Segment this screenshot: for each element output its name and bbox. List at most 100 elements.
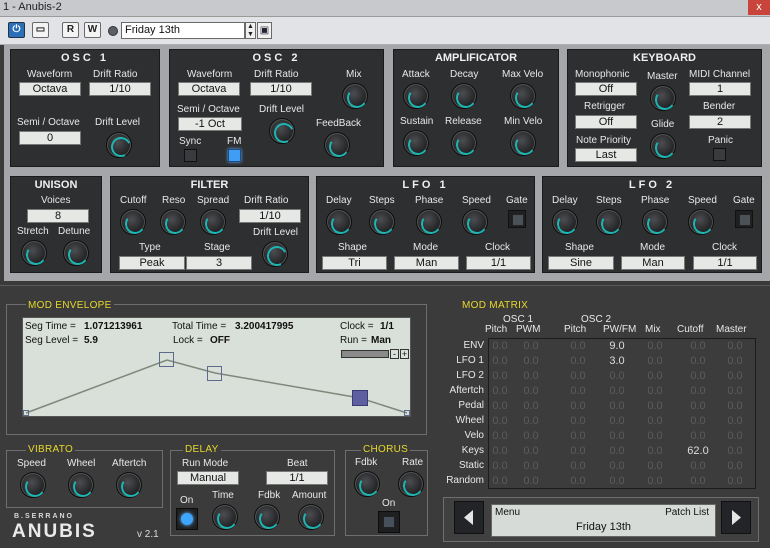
matrix-cell[interactable]: 0.0	[516, 385, 546, 397]
lfo1-clock-display[interactable]: 1/1	[466, 256, 531, 270]
osc1-semi-display[interactable]: 0	[19, 131, 81, 145]
matrix-cell[interactable]: 0.0	[516, 475, 546, 487]
filter-stage-display[interactable]: 3	[186, 256, 252, 270]
matrix-cell[interactable]: 0.0	[720, 430, 750, 442]
keyboard-note-priority-display[interactable]: Last	[575, 148, 637, 162]
matrix-cell[interactable]: 0.0	[516, 370, 546, 382]
vibrato-speed-knob[interactable]	[20, 472, 46, 498]
env-node-start[interactable]	[23, 410, 29, 416]
matrix-cell[interactable]: 0.0	[516, 460, 546, 472]
lfo2-delay-knob[interactable]	[552, 209, 578, 235]
lfo2-shape-display[interactable]: Sine	[548, 256, 614, 270]
osc2-semi-display[interactable]: -1 Oct	[178, 117, 242, 131]
osc2-waveform-display[interactable]: Octava	[178, 82, 240, 96]
preset-field[interactable]: Friday 13th	[121, 22, 245, 39]
matrix-cell[interactable]: 0.0	[640, 385, 670, 397]
lfo1-delay-knob[interactable]	[326, 209, 352, 235]
save-icon[interactable]: ▣	[257, 22, 272, 39]
matrix-cell[interactable]: 0.0	[683, 385, 713, 397]
matrix-cell[interactable]: 0.0	[485, 415, 515, 427]
osc2-sync-toggle[interactable]	[184, 149, 197, 162]
unison-voices-display[interactable]: 8	[27, 209, 89, 223]
lfo1-steps-knob[interactable]	[369, 209, 395, 235]
matrix-cell[interactable]: 0.0	[640, 355, 670, 367]
prev-patch-button[interactable]	[454, 501, 484, 534]
matrix-cell[interactable]: 62.0	[683, 445, 713, 457]
delay-on-button[interactable]	[176, 508, 198, 530]
matrix-cell[interactable]: 0.0	[640, 370, 670, 382]
keyboard-panic-button[interactable]	[713, 148, 726, 161]
matrix-cell[interactable]: 0.0	[640, 475, 670, 487]
env-node-end[interactable]	[404, 410, 410, 416]
matrix-cell[interactable]: 0.0	[720, 370, 750, 382]
filter-drift-level-knob[interactable]	[262, 241, 288, 267]
matrix-cell[interactable]: 0.0	[720, 340, 750, 352]
lfo1-mode-display[interactable]: Man	[394, 256, 459, 270]
matrix-cell[interactable]: 0.0	[516, 415, 546, 427]
matrix-cell[interactable]: 0.0	[602, 415, 632, 427]
lfo2-phase-knob[interactable]	[642, 209, 668, 235]
matrix-cell[interactable]: 0.0	[563, 340, 593, 352]
matrix-cell[interactable]: 0.0	[563, 415, 593, 427]
matrix-cell[interactable]: 0.0	[683, 370, 713, 382]
matrix-cell[interactable]: 0.0	[485, 430, 515, 442]
matrix-cell[interactable]: 0.0	[640, 340, 670, 352]
lfo2-speed-knob[interactable]	[688, 209, 714, 235]
matrix-cell[interactable]: 0.0	[720, 415, 750, 427]
env-node-1[interactable]	[159, 352, 174, 367]
lfo1-shape-display[interactable]: Tri	[322, 256, 387, 270]
delay-time-knob[interactable]	[212, 504, 238, 530]
keyboard-glide-knob[interactable]	[650, 133, 676, 159]
amp-min-velo-knob[interactable]	[510, 130, 536, 156]
amp-sustain-knob[interactable]	[403, 130, 429, 156]
matrix-cell[interactable]: 0.0	[563, 460, 593, 472]
read-button[interactable]: R	[62, 22, 79, 38]
lfo2-steps-knob[interactable]	[596, 209, 622, 235]
delay-amount-knob[interactable]	[298, 504, 324, 530]
lfo1-gate-button[interactable]	[508, 210, 526, 228]
matrix-cell[interactable]: 0.0	[563, 445, 593, 457]
matrix-cell[interactable]: 0.0	[640, 460, 670, 472]
matrix-cell[interactable]: 3.0	[602, 355, 632, 367]
osc1-drift-level-knob[interactable]	[106, 132, 132, 158]
matrix-cell[interactable]: 0.0	[485, 475, 515, 487]
matrix-cell[interactable]: 0.0	[485, 355, 515, 367]
chorus-fdbk-knob[interactable]	[354, 471, 380, 497]
matrix-cell[interactable]: 0.0	[485, 400, 515, 412]
vibrato-aftertch-knob[interactable]	[116, 472, 142, 498]
delay-beat-display[interactable]: 1/1	[266, 471, 328, 485]
osc2-drift-level-knob[interactable]	[269, 118, 295, 144]
osc2-drift-ratio-display[interactable]: 1/10	[250, 82, 312, 96]
patch-list-label[interactable]: Patch List	[665, 507, 709, 518]
matrix-cell[interactable]: 0.0	[485, 370, 515, 382]
filter-drift-ratio-display[interactable]: 1/10	[239, 209, 301, 223]
osc1-waveform-display[interactable]: Octava	[19, 82, 81, 96]
keyboard-bender-display[interactable]: 2	[689, 115, 751, 129]
matrix-cell[interactable]: 0.0	[602, 430, 632, 442]
lfo1-speed-knob[interactable]	[462, 209, 488, 235]
matrix-cell[interactable]: 0.0	[683, 355, 713, 367]
matrix-cell[interactable]: 0.0	[563, 400, 593, 412]
mod-envelope-display[interactable]: Seg Time = 1.071213961 Total Time = 3.20…	[22, 317, 411, 417]
filter-reso-knob[interactable]	[160, 209, 186, 235]
env-node-selected[interactable]	[352, 390, 368, 406]
write-button[interactable]: W	[84, 22, 101, 38]
keyboard-midi-display[interactable]: 1	[689, 82, 751, 96]
matrix-cell[interactable]: 0.0	[485, 385, 515, 397]
keyboard-mono-display[interactable]: Off	[575, 82, 637, 96]
matrix-cell[interactable]: 0.0	[602, 445, 632, 457]
filter-type-display[interactable]: Peak	[119, 256, 185, 270]
matrix-cell[interactable]: 0.0	[640, 415, 670, 427]
matrix-cell[interactable]: 0.0	[563, 475, 593, 487]
matrix-cell[interactable]: 0.0	[683, 475, 713, 487]
matrix-cell[interactable]: 0.0	[640, 445, 670, 457]
keyboard-master-knob[interactable]	[650, 85, 676, 111]
preset-spinner[interactable]: ▲ ▼	[245, 22, 256, 39]
delay-run-mode-display[interactable]: Manual	[177, 471, 239, 485]
matrix-cell[interactable]: 0.0	[563, 370, 593, 382]
matrix-cell[interactable]: 0.0	[720, 385, 750, 397]
matrix-cell[interactable]: 0.0	[563, 355, 593, 367]
close-button[interactable]: x	[748, 0, 770, 15]
chorus-on-button[interactable]	[378, 511, 400, 533]
osc1-drift-ratio-display[interactable]: 1/10	[89, 82, 151, 96]
